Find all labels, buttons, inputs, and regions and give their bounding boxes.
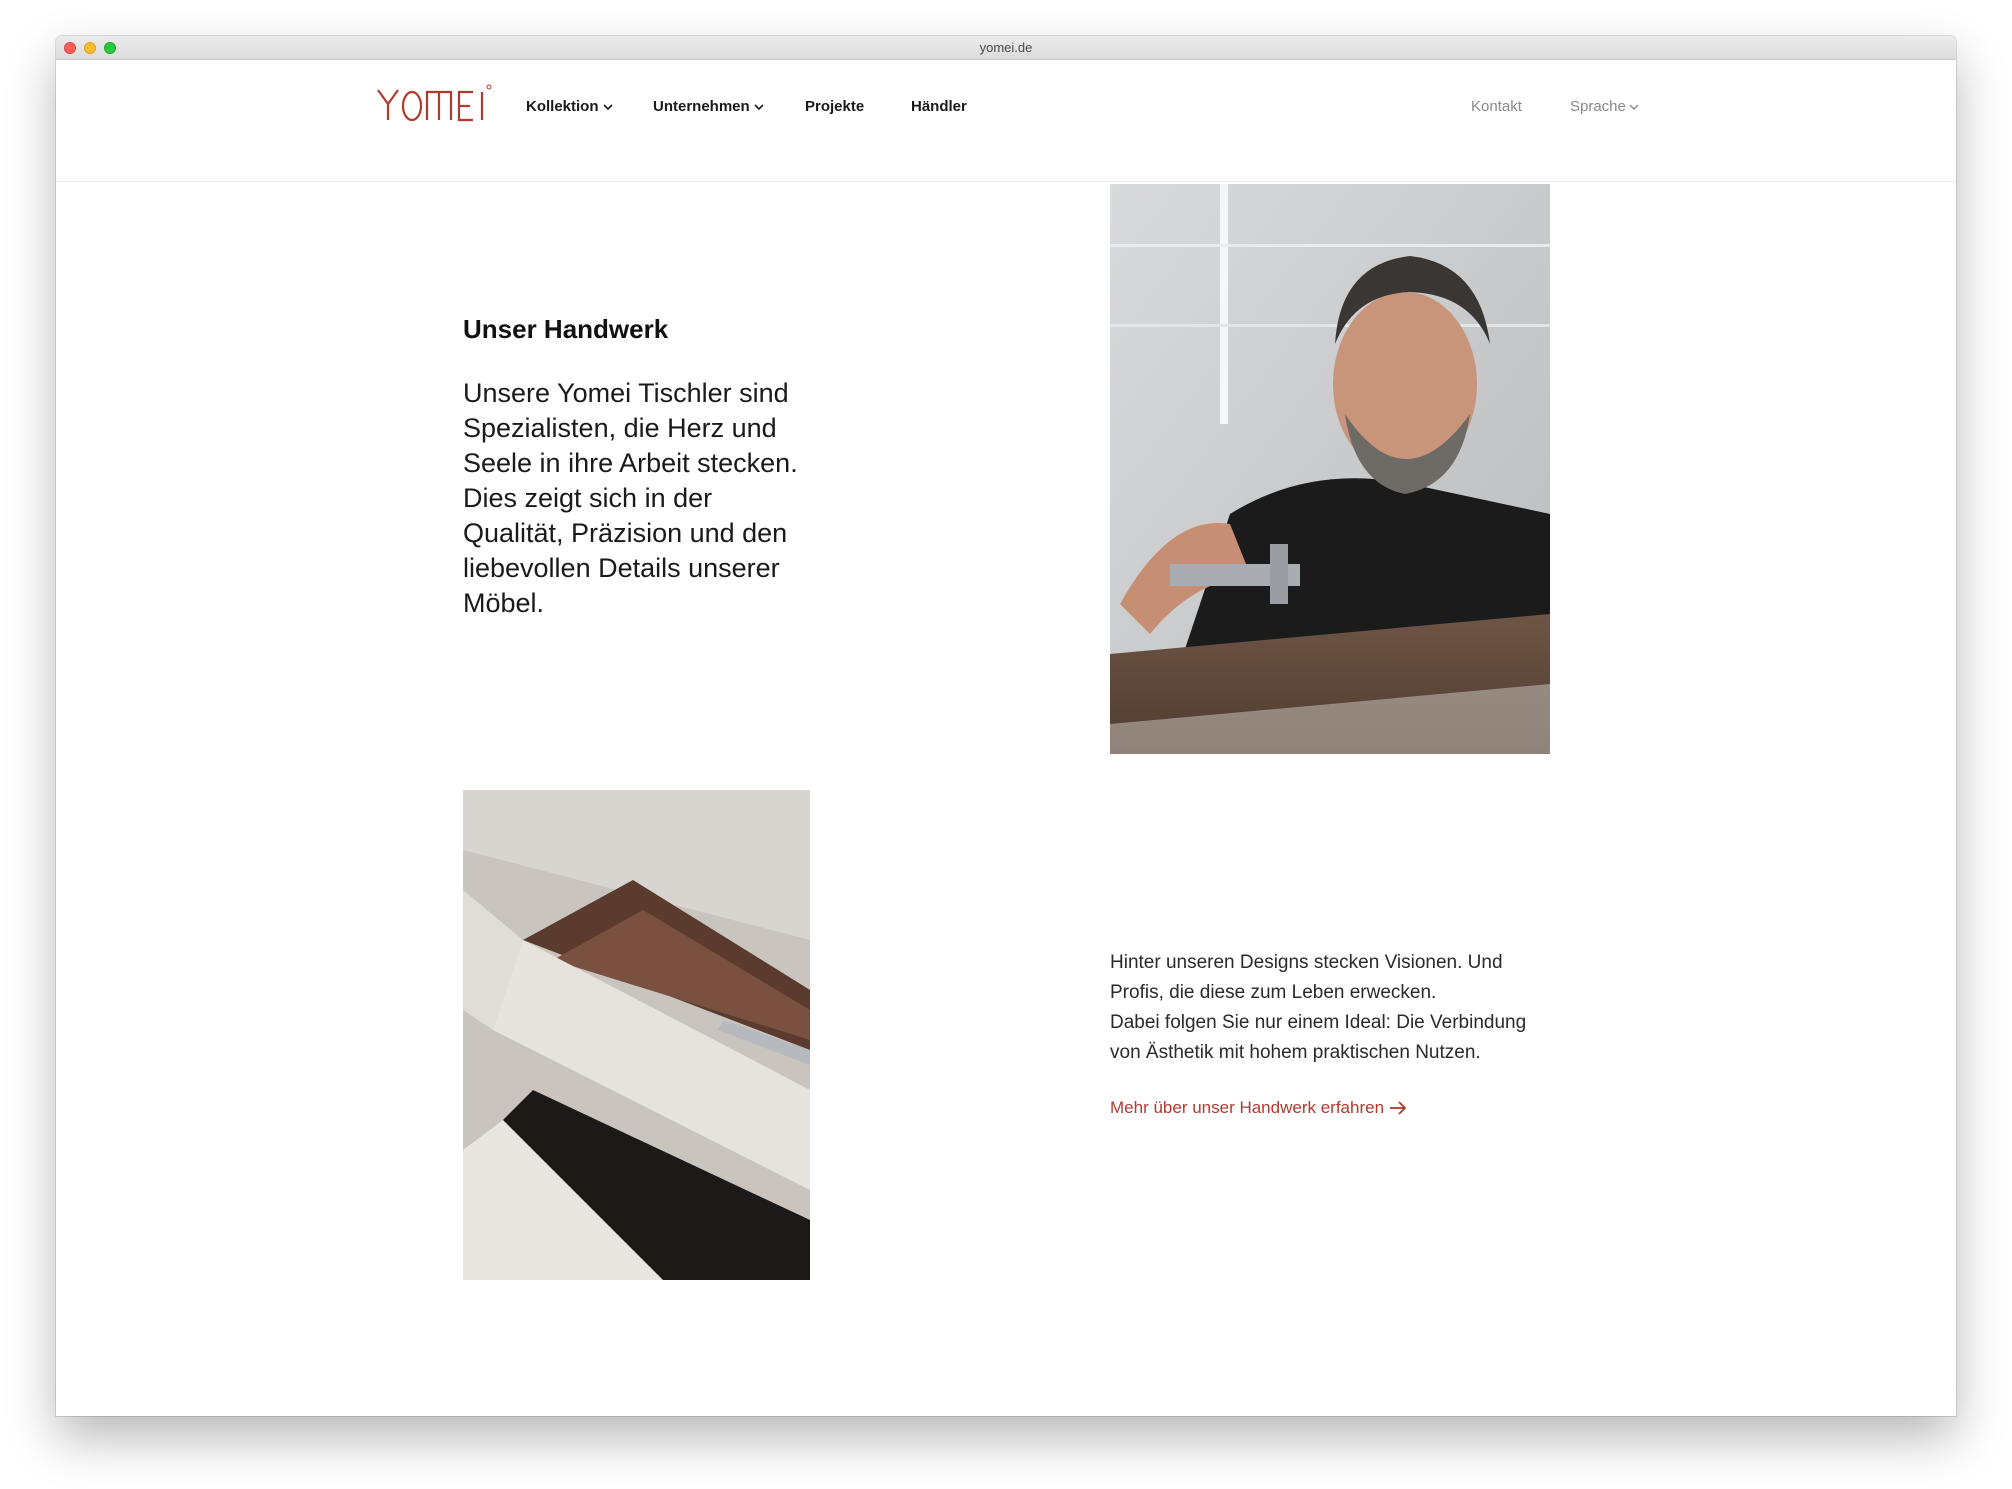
arrow-right-icon <box>1390 1101 1407 1115</box>
learn-more-label: Mehr über unser Handwerk erfahren <box>1110 1098 1385 1117</box>
browser-titlebar: yomei.de <box>56 36 1956 60</box>
site-header: Kollektion Unternehmen Projekte Händler … <box>56 60 1956 182</box>
section-lead-text: Unsere Yomei Tischler sind Spezialisten,… <box>463 378 798 618</box>
nav-item-label: Projekte <box>805 98 865 115</box>
contact-label: Kontakt <box>1471 98 1522 115</box>
nav-item-label: Händler <box>911 98 967 115</box>
section-title: Unser Handwerk <box>463 314 669 344</box>
address-bar-url[interactable]: yomei.de <box>56 40 1956 55</box>
nav-item-label: Kollektion <box>526 98 599 115</box>
contact-link[interactable]: Kontakt <box>1471 98 1522 115</box>
nav-item-label: Unternehmen <box>653 98 750 115</box>
browser-window: yomei.de Kollektion Unternehmen Projekte… <box>56 36 1956 1416</box>
nav-item-projekte[interactable]: Projekte <box>805 98 864 115</box>
nav-item-unternehmen[interactable]: Unternehmen <box>653 98 764 115</box>
yomei-logo[interactable] <box>376 82 492 124</box>
chevron-down-icon <box>602 103 613 110</box>
body-paragraph-2: Dabei folgen Sie nur einem Ideal: Die Ve… <box>1110 1012 1527 1063</box>
nav-item-kollektion[interactable]: Kollektion <box>526 98 613 115</box>
drawer-photo <box>463 790 810 1280</box>
language-selector[interactable]: Sprache <box>1570 98 1639 115</box>
section-body-text: Hinter unseren Designs stecken Visionen.… <box>1110 948 1560 1068</box>
learn-more-handwerk-link[interactable]: Mehr über unser Handwerk erfahren <box>1110 1098 1407 1118</box>
craftsman-photo <box>1110 184 1550 754</box>
nav-item-haendler[interactable]: Händler <box>911 98 967 115</box>
language-label: Sprache <box>1570 98 1626 115</box>
chevron-down-icon <box>754 103 764 110</box>
body-paragraph-1: Hinter unseren Designs stecken Visionen.… <box>1110 952 1503 1003</box>
chevron-down-icon <box>1629 104 1639 110</box>
